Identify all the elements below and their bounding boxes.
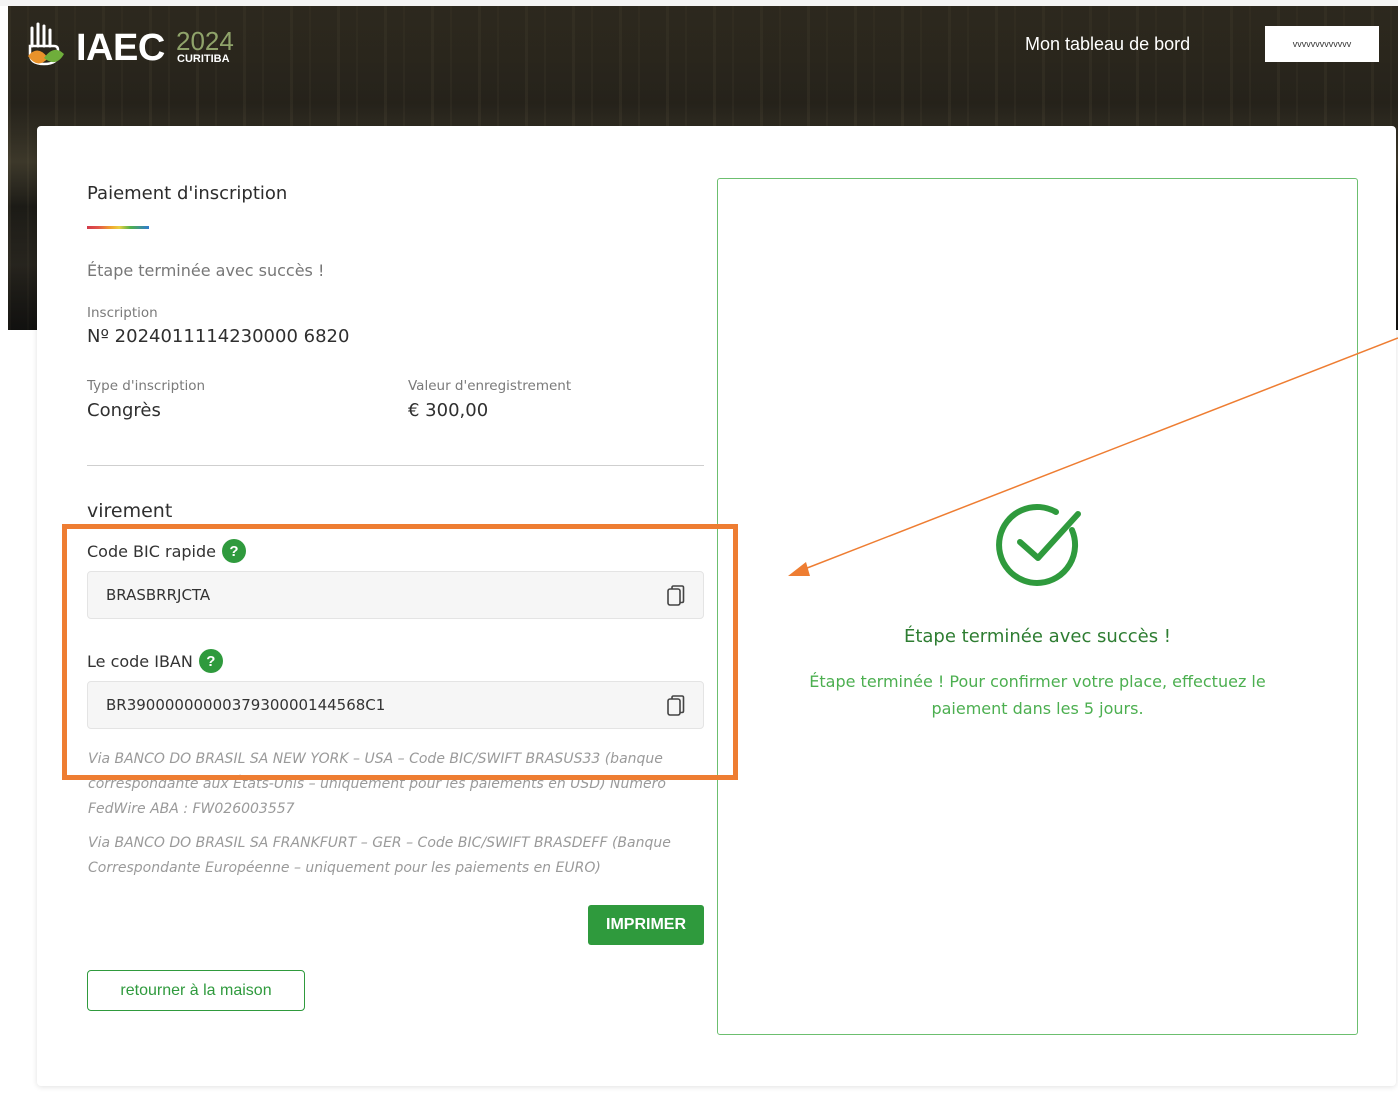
dashboard-link[interactable]: Mon tableau de bord [1025, 34, 1190, 55]
iban-field[interactable]: BR3900000000037930000144568C1 [87, 681, 704, 729]
bic-label-text: Code BIC rapide [87, 541, 216, 561]
iban-label-text: Le code IBAN [87, 651, 193, 671]
bic-field[interactable]: BRASBRRJCTA [87, 571, 704, 619]
bic-field-label: Code BIC rapide ? [87, 539, 246, 563]
iban-field-label: Le code IBAN ? [87, 649, 223, 673]
copy-icon[interactable] [667, 585, 685, 607]
section-divider [87, 465, 704, 466]
inscription-label: Inscription [87, 305, 158, 321]
page-title: Paiement d'inscription [87, 183, 288, 204]
user-menu-button[interactable]: vvvvvvvvvvvvv [1265, 26, 1379, 62]
title-underline [87, 226, 149, 229]
check-circle-icon [996, 503, 1081, 586]
bic-value: BRASBRRJCTA [106, 586, 211, 604]
print-button[interactable]: IMPRIMER [588, 905, 704, 945]
return-home-button[interactable]: retourner à la maison [87, 970, 305, 1011]
correspondent-bank-note-usd: Via BANCO DO BRASIL SA NEW YORK – USA – … [88, 751, 666, 817]
registration-value-amount: € 300,00 [408, 400, 489, 421]
step-status-text: Étape terminée avec succès ! [87, 261, 325, 280]
success-message: Étape terminée ! Pour confirmer votre pl… [809, 672, 1266, 718]
registration-type-label: Type d'inscription [87, 378, 206, 394]
success-panel [717, 178, 1358, 1035]
registration-value-label: Valeur d'enregistrement [408, 378, 572, 394]
success-title: Étape terminée avec succès ! [903, 626, 1172, 647]
logo-hand-leaf-icon [28, 22, 64, 66]
copy-icon[interactable] [667, 695, 685, 717]
logo-text: IAEC [76, 26, 165, 69]
help-icon[interactable]: ? [198, 649, 223, 673]
transfer-section-title: virement [87, 500, 173, 522]
inscription-number: Nº 2024011114230000 6820 [87, 326, 350, 347]
correspondent-bank-note-euro: Via BANCO DO BRASIL SA FRANKFURT – GER –… [88, 835, 671, 876]
registration-type-value: Congrès [87, 400, 161, 421]
logo-city: CURITIBA [177, 53, 230, 65]
help-icon[interactable]: ? [221, 539, 246, 563]
iban-value: BR3900000000037930000144568C1 [106, 696, 386, 714]
site-logo[interactable]: IAEC 2024 CURITIBA [24, 20, 234, 76]
